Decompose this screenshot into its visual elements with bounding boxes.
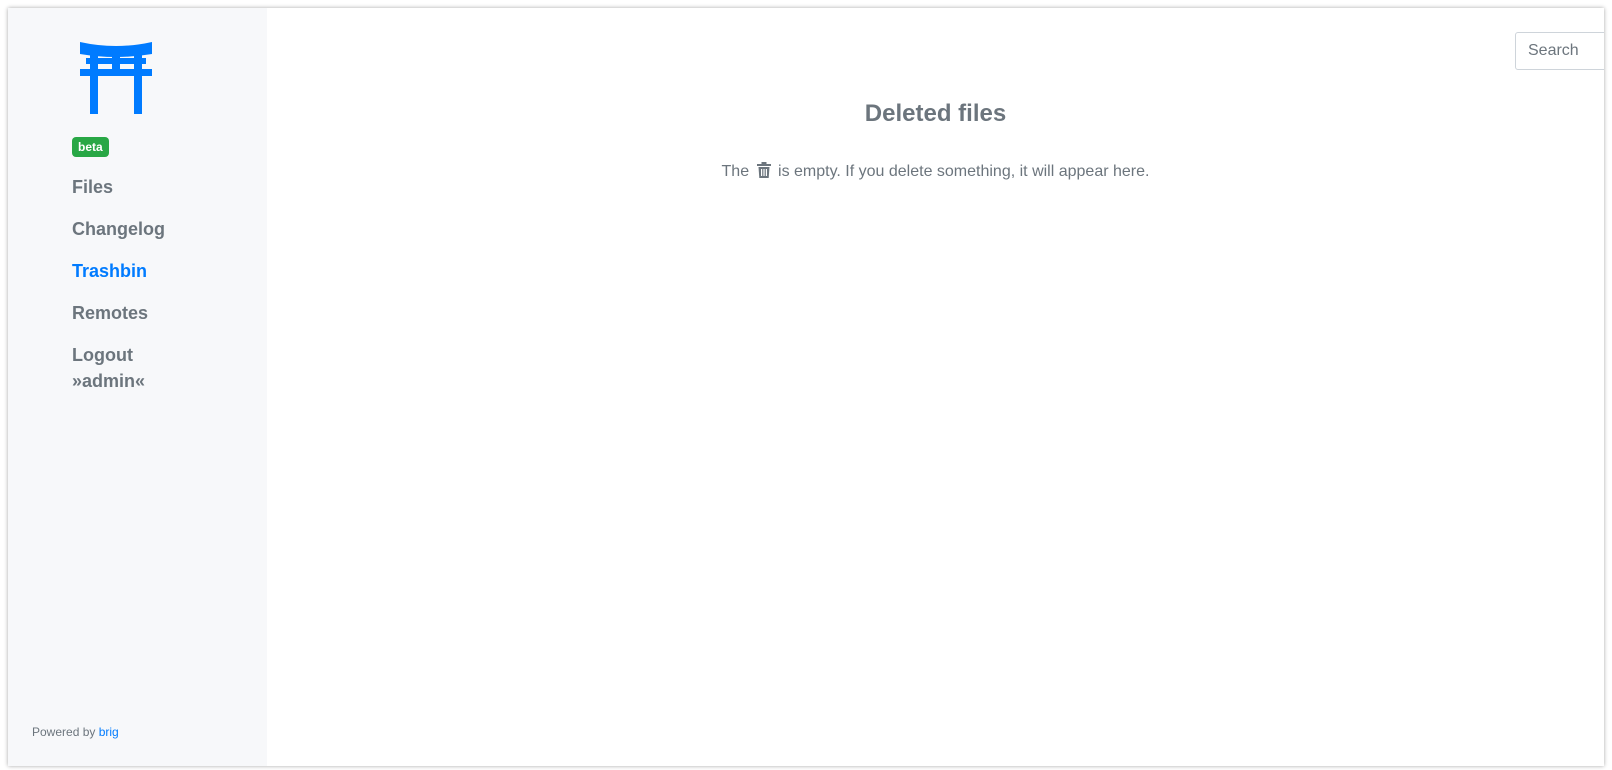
sidebar-item-files[interactable]: Files xyxy=(72,174,165,200)
empty-message-prefix: The xyxy=(721,163,750,180)
logout-label: Logout xyxy=(72,345,133,365)
torii-gate-icon[interactable] xyxy=(80,42,152,114)
beta-badge: beta xyxy=(72,137,109,157)
sidebar-item-remotes[interactable]: Remotes xyxy=(72,300,165,326)
sidebar: beta Files Changelog Trashbin Remotes Lo… xyxy=(8,8,267,766)
sidebar-footer: Powered by brig xyxy=(32,725,119,739)
search-box xyxy=(1515,32,1604,70)
empty-message-suffix: is empty. If you delete something, it wi… xyxy=(778,163,1150,180)
app-window: beta Files Changelog Trashbin Remotes Lo… xyxy=(8,8,1604,766)
sidebar-item-trashbin[interactable]: Trashbin xyxy=(72,258,165,284)
main-content: Deleted files The is empty. If you delet… xyxy=(267,8,1604,766)
trash-icon xyxy=(756,162,771,178)
powered-by-text: Powered by xyxy=(32,725,96,739)
sidebar-item-changelog[interactable]: Changelog xyxy=(72,216,165,242)
empty-trash-message: The is empty. If you delete something, i… xyxy=(267,162,1604,181)
logout-username: »admin« xyxy=(72,371,146,391)
search-input[interactable] xyxy=(1516,33,1604,69)
sidebar-nav: Files Changelog Trashbin Remotes Logout … xyxy=(72,174,165,410)
sidebar-item-logout[interactable]: Logout »admin« xyxy=(72,342,165,394)
brig-link[interactable]: brig xyxy=(99,725,119,739)
page-title: Deleted files xyxy=(864,100,1007,127)
